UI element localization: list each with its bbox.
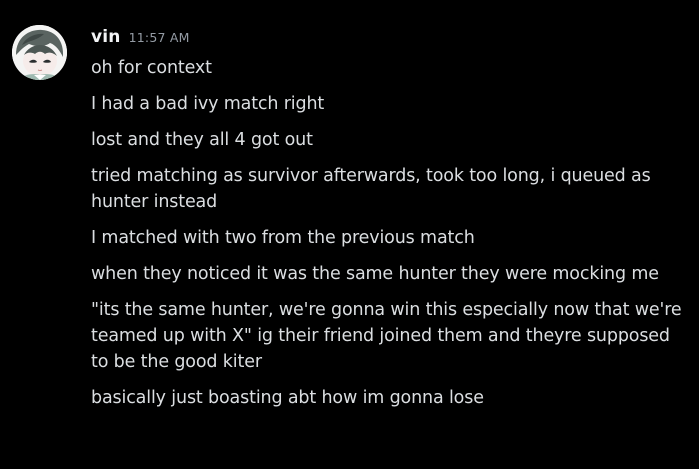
message-header: vin 11:57 AM (91, 27, 190, 49)
message-text[interactable]: I had a bad ivy match right (91, 91, 691, 117)
message-list: oh for context I had a bad ivy match rig… (91, 55, 691, 411)
username[interactable]: vin (91, 27, 121, 47)
timestamp: 11:57 AM (128, 30, 190, 45)
message-text[interactable]: "its the same hunter, we're gonna win th… (91, 297, 691, 375)
message-group: vin 11:57 AM oh for context I had a bad i… (0, 0, 699, 469)
message-text[interactable]: I matched with two from the previous mat… (91, 225, 691, 251)
message-text[interactable]: basically just boasting abt how im gonna… (91, 385, 691, 411)
message-text[interactable]: oh for context (91, 55, 691, 81)
message-text[interactable]: tried matching as survivor afterwards, t… (91, 163, 691, 215)
anime-avatar-icon (12, 25, 67, 80)
message-text[interactable]: when they noticed it was the same hunter… (91, 261, 691, 287)
message-text[interactable]: lost and they all 4 got out (91, 127, 691, 153)
avatar[interactable] (12, 25, 67, 80)
